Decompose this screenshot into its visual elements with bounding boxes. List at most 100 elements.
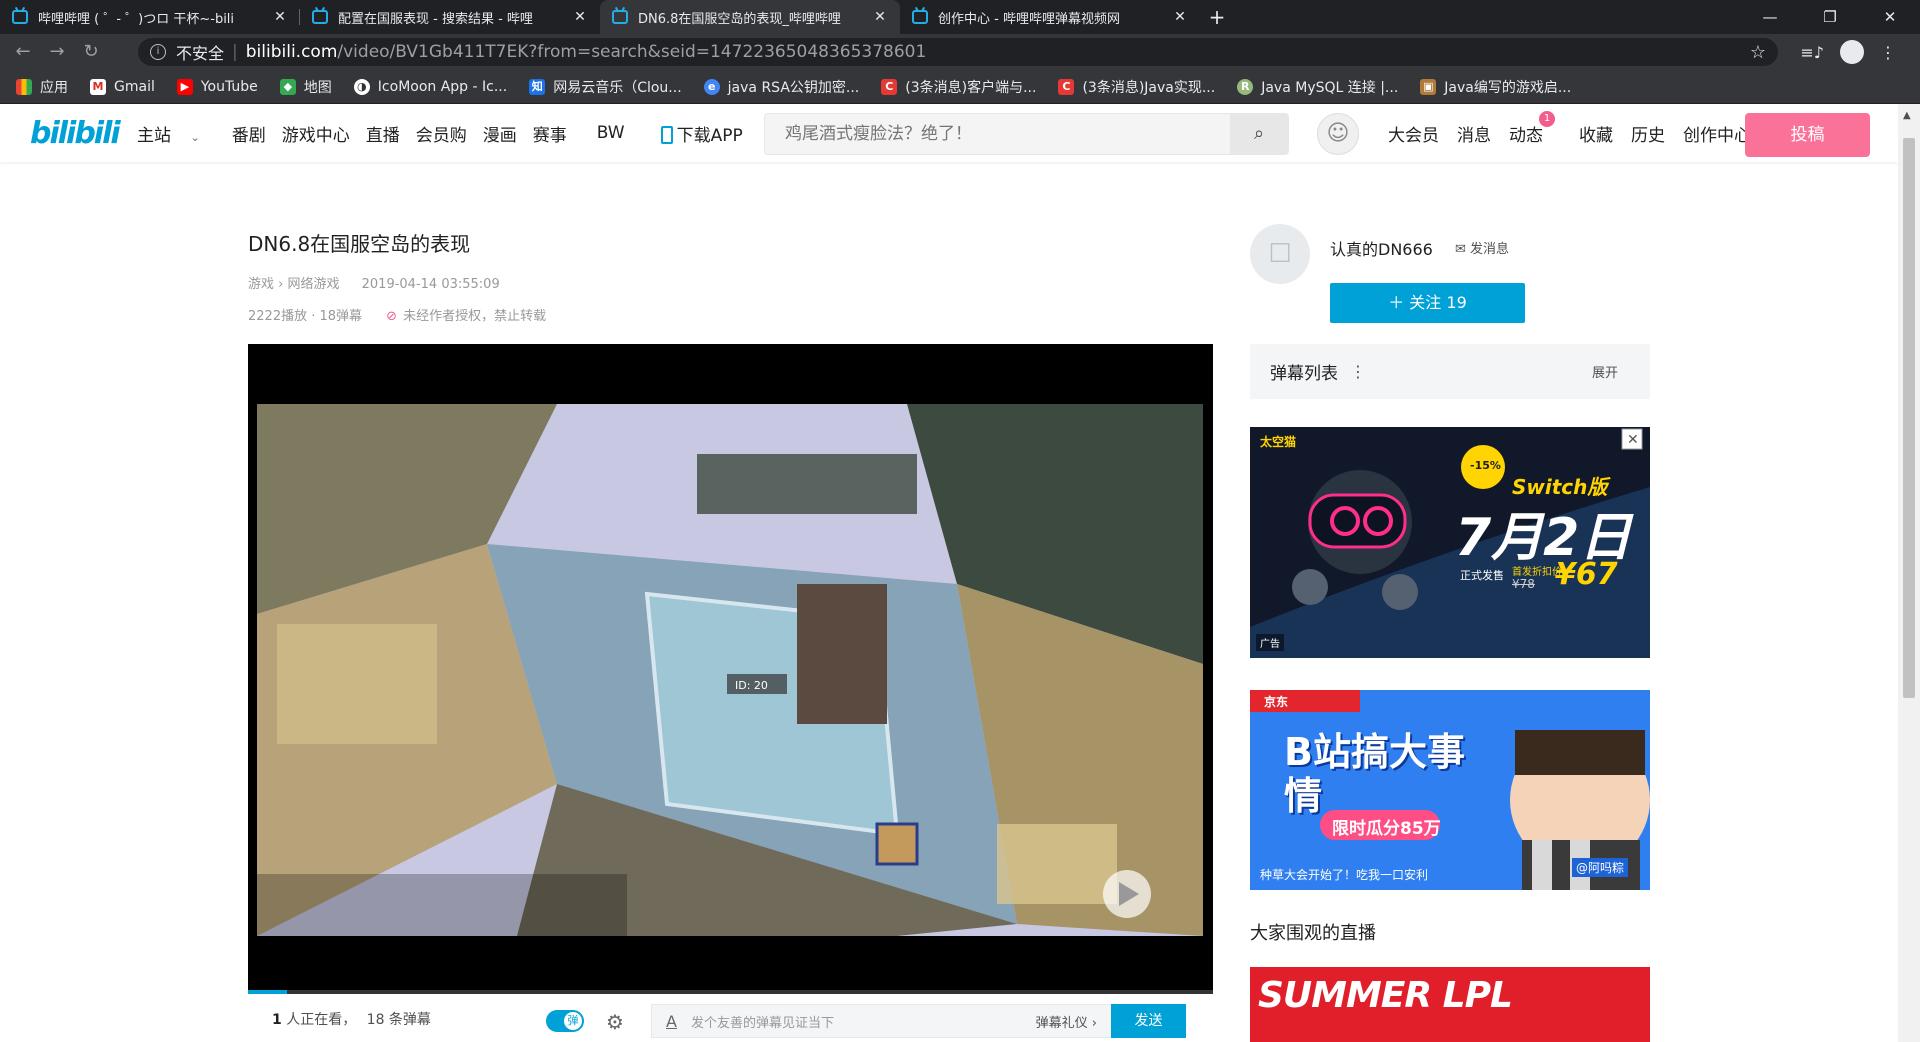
bookmark-item[interactable]: C (3条消息)客户端与... [881,77,1036,97]
nav-game-center[interactable]: 游戏中心 [282,121,350,146]
browser-tab[interactable]: 创作中心 - 哔哩哔哩弹幕视频网 ✕ [900,0,1200,34]
send-danmaku-button[interactable]: 发送 [1111,1004,1186,1038]
forward-arrow-icon[interactable]: → [40,35,74,69]
browser-tab[interactable]: 哔哩哔哩 ( ゜- ゜)つロ 干杯~-bili ✕ [0,0,300,34]
upload-button[interactable]: 投稿 [1745,113,1870,157]
danmaku-placeholder: 发个友善的弹幕见证当下 [690,1015,834,1031]
close-tab-icon[interactable]: ✕ [272,9,288,25]
menu-icon[interactable]: ⋮ [1880,43,1896,62]
maps-icon: ◆ [279,78,296,95]
watching-info: 1 人正在看， 18 条弹幕 [272,1012,431,1028]
page-scrollbar-thumb[interactable] [1903,138,1915,698]
nav-favorites[interactable]: 收藏 [1579,121,1613,146]
video-title: DN6.8在国服空岛的表现 [248,232,471,256]
new-tab-button[interactable]: + [1200,0,1234,34]
category-link[interactable]: 游戏 [248,277,274,292]
nav-manga[interactable]: 漫画 [483,121,517,146]
main-nav: 主站 ⌄ 番剧 游戏中心 直播 会员购 漫画 赛事 BW 下载APP [137,104,775,162]
subcategory-link[interactable]: 网络游戏 [287,277,339,292]
bookmark-item[interactable]: R Java MySQL 连接 |... [1237,77,1398,97]
uploader-avatar[interactable]: ☐ [1250,224,1310,284]
box-icon: ▣ [1420,78,1437,95]
bookmark-item[interactable]: ▶ YouTube [176,78,258,95]
copyright-notice: 未经作者授权，禁止转载 [403,309,547,324]
close-tab-icon[interactable]: ✕ [872,9,888,25]
bookmark-item[interactable]: C (3条消息)Java实现... [1058,77,1215,97]
search-icon[interactable]: ⌕ [1230,114,1288,154]
danmaku-style-icon[interactable]: A [666,1012,677,1031]
nav-messages[interactable]: 消息 [1457,121,1491,146]
danmaku-input[interactable]: A 发个友善的弹幕见证当下 弹幕礼仪 › [651,1004,1111,1038]
browser-tab-active[interactable]: DN6.8在国服空岛的表现_哔哩哔哩 ✕ [600,0,900,34]
danmaku-settings-icon[interactable]: ⚙ [606,1010,624,1034]
ad-banner-switch[interactable]: ✕ 太空猫 -15% Switch版 7月2日 正式发售 首发折扣价 ¥78 ¥… [1250,427,1650,658]
ad1-brand: 太空猫 [1260,435,1297,449]
nav-shop[interactable]: 会员购 [416,121,467,146]
bookmark-item[interactable]: ▣ Java编写的游戏启... [1420,77,1571,97]
bookmark-item[interactable]: ◑ IcoMoon App - Ic... [353,78,507,95]
tab-title: DN6.8在国服空岛的表现_哔哩哔哩 [638,11,841,27]
uploader-name[interactable]: 认真的DN666 [1330,236,1433,260]
tab-title: 创作中心 - 哔哩哔哩弹幕视频网 [938,11,1120,27]
danmaku-toggle[interactable] [546,1010,584,1032]
bookmark-item[interactable]: 应用 [16,77,68,97]
bookmark-item[interactable]: ◆ 地图 [279,77,332,97]
browser-tab[interactable]: 配置在国服表现 - 搜索结果 - 哔哩 ✕ [300,0,600,34]
nav-esports[interactable]: 赛事 [533,121,567,146]
nav-vip[interactable]: 大会员 [1388,121,1439,146]
chevron-down-icon: ⌄ [187,130,200,144]
video-player[interactable]: ID: 20 [248,344,1213,994]
ad-label: 广告 [1256,634,1284,651]
danmaku-list-header[interactable]: 弹幕列表 ⋮ 展开 [1250,344,1650,399]
send-message-link[interactable]: ✉ 发消息 [1455,238,1509,257]
bookmark-item[interactable]: M Gmail [90,78,155,95]
info-icon[interactable]: i [150,44,166,60]
url-path: /video/BV1Gb411T7EK?from=search&seid=147… [337,42,927,62]
csdn-icon: C [1058,78,1075,95]
nav-creator-center[interactable]: 创作中心 [1683,121,1751,146]
video-stats: 2222播放 · 18弹幕 ⊘ 未经作者授权，禁止转载 [248,305,546,324]
close-window-button[interactable]: ✕ [1860,0,1920,34]
nav-live[interactable]: 直播 [366,121,400,146]
address-bar[interactable]: i 不安全 | bilibili.com /video/BV1Gb411T7EK… [138,38,1778,66]
nav-bw[interactable]: BW [597,123,625,143]
nav-history[interactable]: 历史 [1631,121,1665,146]
user-avatar[interactable]: ☺ [1317,113,1359,155]
reload-icon[interactable]: ↻ [74,35,108,69]
bilibili-favicon [312,10,328,24]
browser-tab-strip: 哔哩哔哩 ( ゜- ゜)つロ 干杯~-bili ✕ 配置在国服表现 - 搜索结果 … [0,0,1920,34]
video-progress-fill [248,990,287,994]
bilibili-logo[interactable]: bilibili [30,116,121,151]
search-input[interactable] [765,114,1225,154]
more-options-icon[interactable]: ⋮ [1350,362,1366,381]
toolbar-right: ≡♪ ⋮ [1784,34,1896,70]
minimize-button[interactable]: — [1740,0,1800,34]
site-header: bilibili 主站 ⌄ 番剧 游戏中心 直播 会员购 漫画 赛事 BW 下载… [0,104,1898,162]
bookmark-item[interactable]: e java RSA公钥加密... [703,77,859,97]
bookmark-item[interactable]: 知网易云音乐（Clou... [529,77,682,97]
youtube-icon: ▶ [176,78,193,95]
close-tab-icon[interactable]: ✕ [1172,9,1188,25]
video-progress-bar[interactable] [248,990,1213,994]
danmaku-etiquette-link[interactable]: 弹幕礼仪 › [1036,1012,1097,1031]
scroll-up-arrow-icon[interactable]: ▲ [1903,110,1911,121]
nav-dynamic[interactable]: 动态 1 [1509,110,1561,146]
danmaku-list-expand[interactable]: 展开 [1592,362,1618,381]
ad-banner-jd[interactable]: 京东 B站搞大事情 限时瓜分85万 种草大会开始了！吃我一口安利 @阿吗粽 [1250,690,1650,890]
insecure-label: 不安全 [176,44,225,63]
ad1-price: ¥67 [1555,557,1618,592]
profile-avatar[interactable] [1840,40,1864,64]
maximize-button[interactable]: ❐ [1800,0,1860,34]
nav-bangumi[interactable]: 番剧 [232,121,266,146]
live-thumbnail[interactable]: SUMMER LPL [1250,967,1650,1042]
back-arrow-icon[interactable]: ← [6,35,40,69]
nav-download-app[interactable]: 下载APP [660,121,759,146]
player-controls: 1 人正在看， 18 条弹幕 ⚙ A 发个友善的弹幕见证当下 弹幕礼仪 › 发送 [248,996,1213,1042]
follow-button[interactable]: ＋ 关注 19 [1330,283,1525,323]
bookmark-star-icon[interactable]: ☆ [1750,42,1766,63]
window-controls: — ❐ ✕ [1740,0,1920,34]
video-frame[interactable]: ID: 20 [257,404,1203,936]
close-tab-icon[interactable]: ✕ [572,9,588,25]
media-control-icon[interactable]: ≡♪ [1800,43,1824,62]
nav-home[interactable]: 主站 ⌄ [137,121,216,146]
